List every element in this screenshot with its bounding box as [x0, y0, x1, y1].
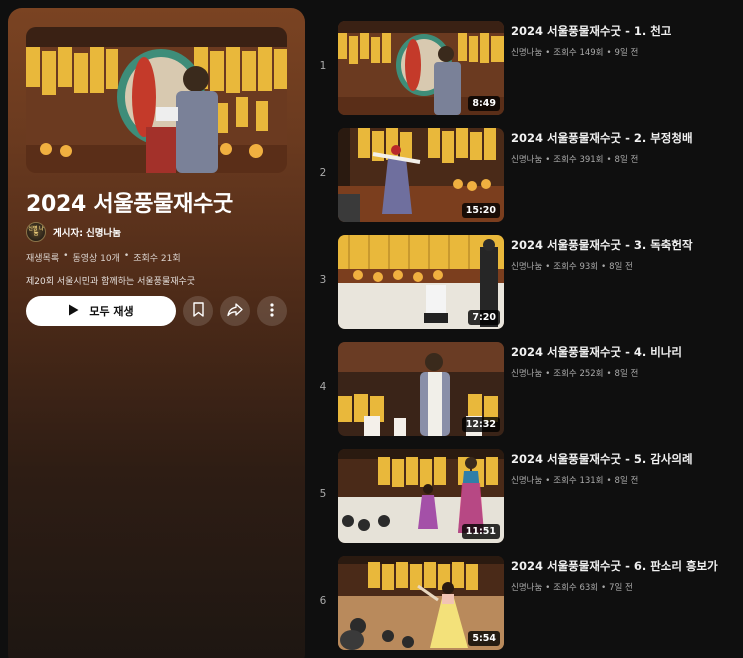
video-views: 조회수 391회 [553, 155, 604, 165]
video-views: 조회수 252회 [553, 369, 604, 379]
video-views: 조회수 63회 [553, 583, 599, 593]
video-duration: 8:49 [468, 96, 500, 111]
owner-name[interactable]: 신명나눔 [86, 225, 121, 239]
video-channel[interactable]: 신명나눔 [511, 476, 542, 486]
video-index: 2 [319, 167, 327, 179]
video-index: 6 [319, 595, 327, 607]
video-list-item[interactable]: 4 12:32 2024 서울풍물재수굿 - 4. 비나리 신명나눔 • 조회수… [313, 342, 743, 436]
video-channel[interactable]: 신명나눔 [511, 583, 542, 593]
video-meta: 신명나눔 • 조회수 131회 • 8일 전 [511, 474, 638, 486]
play-all-button[interactable]: 모두 재생 [26, 296, 176, 326]
video-list-item[interactable]: 6 5:54 2024 서울풍물재수굿 - 6. 판소리 흥보가 신명나눔 • … [313, 556, 743, 650]
meta-separator: • [606, 48, 612, 58]
video-duration: 15:20 [461, 203, 500, 218]
meta-separator: • [545, 583, 551, 593]
video-title[interactable]: 2024 서울풍물재수굿 - 6. 판소리 흥보가 [511, 558, 718, 574]
more-options-button[interactable] [257, 296, 287, 326]
video-title[interactable]: 2024 서울풍물재수굿 - 2. 부정청배 [511, 130, 693, 146]
video-list-item[interactable]: 3 7:20 2024 서울풍물재수굿 - 3. 독축헌작 신명나눔 • 조회수… [313, 235, 743, 329]
avatar[interactable]: 신명 나눔 [26, 222, 46, 242]
playlist-title: 2024 서울풍물재수굿 [26, 192, 233, 217]
video-age: 8일 전 [614, 476, 639, 486]
meta-separator: • [606, 155, 612, 165]
playlist-views: 조회수 21회 [133, 254, 181, 264]
video-meta: 신명나눔 • 조회수 63회 • 7일 전 [511, 581, 633, 593]
playlist-cover-thumbnail[interactable] [26, 27, 287, 173]
video-channel[interactable]: 신명나눔 [511, 155, 542, 165]
video-index: 4 [319, 381, 327, 393]
video-list-item[interactable]: 5 11:51 2024 서울풍물재수굿 - 5. 감사의례 신명나눔 • 조회… [313, 449, 743, 543]
video-index: 5 [319, 488, 327, 500]
bookmark-icon [192, 301, 205, 321]
video-meta: 신명나눔 • 조회수 391회 • 8일 전 [511, 153, 638, 165]
video-meta: 신명나눔 • 조회수 252회 • 8일 전 [511, 367, 638, 379]
meta-separator: • [545, 155, 551, 165]
video-age: 8일 전 [614, 369, 639, 379]
video-thumbnail[interactable]: 12:32 [338, 342, 504, 436]
meta-separator: • [545, 476, 551, 486]
playlist-meta: 재생목록 • 동영상 10개 • 조회수 21회 [26, 251, 181, 264]
avatar-text: 신명 나눔 [28, 226, 44, 237]
playlist-video-count: 동영상 10개 [72, 254, 120, 264]
save-playlist-button[interactable] [183, 296, 213, 326]
playlist-page: 2024 서울풍물재수굿 신명 나눔 게시자: 신명나눔 재생목록 • 동영상 … [0, 0, 743, 658]
video-views: 조회수 149회 [553, 48, 604, 58]
video-views: 조회수 131회 [553, 476, 604, 486]
video-meta: 신명나눔 • 조회수 149회 • 9일 전 [511, 46, 638, 58]
video-list-item[interactable]: 1 8:49 2024 서울풍물재수굿 - 1. 천고 신명나눔 • 조회수 1… [313, 21, 743, 115]
video-duration: 5:54 [468, 631, 500, 646]
meta-separator: • [63, 251, 69, 261]
video-title[interactable]: 2024 서울풍물재수굿 - 3. 독축헌작 [511, 237, 693, 253]
play-all-label: 모두 재생 [89, 305, 134, 318]
video-views: 조회수 93회 [553, 262, 599, 272]
meta-separator: • [606, 369, 612, 379]
playlist-owner[interactable]: 신명 나눔 게시자: 신명나눔 [26, 222, 121, 242]
play-icon [68, 304, 79, 319]
video-index: 1 [319, 60, 327, 72]
video-age: 9일 전 [614, 48, 639, 58]
video-duration: 7:20 [468, 310, 500, 325]
video-duration: 11:51 [461, 524, 500, 539]
meta-separator: • [601, 583, 607, 593]
video-title[interactable]: 2024 서울풍물재수굿 - 1. 천고 [511, 23, 671, 39]
meta-separator: • [601, 262, 607, 272]
share-icon [227, 302, 243, 321]
video-age: 7일 전 [609, 583, 633, 593]
video-channel[interactable]: 신명나눔 [511, 48, 542, 58]
playlist-description: 제20회 서울시민과 함께하는 서울풍물재수굿 [26, 277, 196, 287]
video-title[interactable]: 2024 서울풍물재수굿 - 5. 감사의례 [511, 451, 693, 467]
playlist-actions: 모두 재생 [26, 296, 287, 326]
more-vert-icon [270, 302, 274, 321]
video-title[interactable]: 2024 서울풍물재수굿 - 4. 비나리 [511, 344, 682, 360]
share-button[interactable] [220, 296, 250, 326]
meta-separator: • [545, 48, 551, 58]
video-age: 8일 전 [609, 262, 633, 272]
meta-separator: • [545, 262, 551, 272]
owner-prefix: 게시자: [53, 228, 84, 239]
video-channel[interactable]: 신명나눔 [511, 369, 542, 379]
meta-separator: • [123, 251, 130, 261]
video-thumbnail[interactable]: 7:20 [338, 235, 504, 329]
video-thumbnail[interactable]: 15:20 [338, 128, 504, 222]
video-meta: 신명나눔 • 조회수 93회 • 8일 전 [511, 260, 633, 272]
video-channel[interactable]: 신명나눔 [511, 262, 542, 272]
playlist-header-panel: 2024 서울풍물재수굿 신명 나눔 게시자: 신명나눔 재생목록 • 동영상 … [8, 8, 305, 658]
video-age: 8일 전 [614, 155, 639, 165]
video-thumbnail[interactable]: 11:51 [338, 449, 504, 543]
playlist-type: 재생목록 [26, 254, 60, 264]
meta-separator: • [545, 369, 551, 379]
video-thumbnail[interactable]: 8:49 [338, 21, 504, 115]
meta-separator: • [606, 476, 612, 486]
video-thumbnail[interactable]: 5:54 [338, 556, 504, 650]
video-index: 3 [319, 274, 327, 286]
video-duration: 12:32 [461, 417, 500, 432]
video-list-item[interactable]: 2 15:20 2024 서울풍물재수굿 - 2. 부정청배 신명나눔 • 조회… [313, 128, 743, 222]
